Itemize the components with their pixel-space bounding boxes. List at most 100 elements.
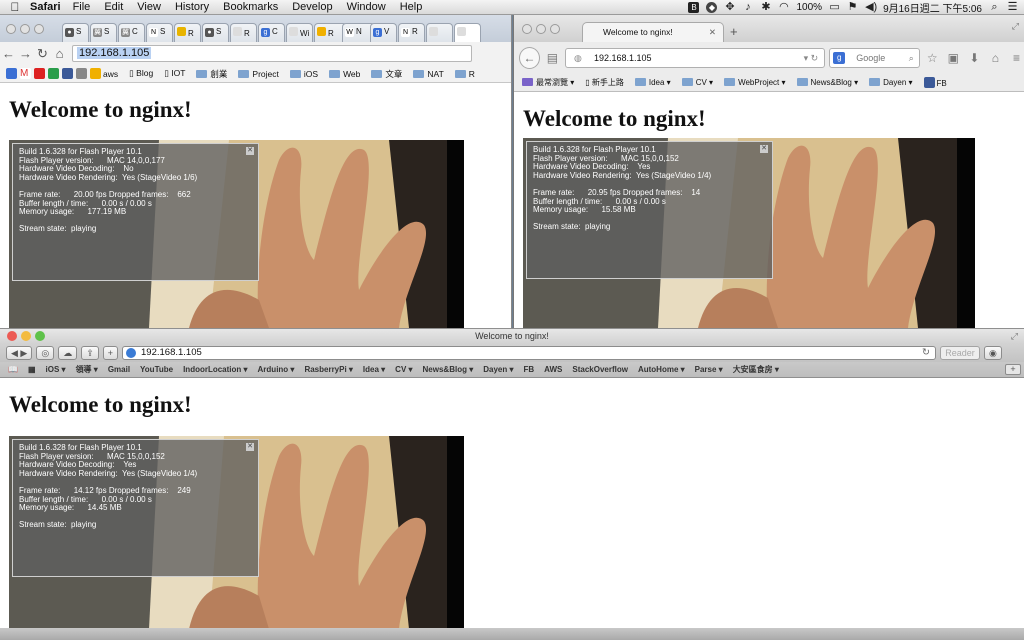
bookmark-item[interactable]: AWS: [544, 365, 562, 374]
close-window-button[interactable]: [522, 24, 532, 34]
google-bookmark-icon[interactable]: [6, 68, 17, 79]
chrome-address-bar[interactable]: 192.168.1.105: [72, 45, 472, 62]
zoom-window-button[interactable]: [550, 24, 560, 34]
chrome-tab[interactable]: 翼C: [118, 23, 145, 42]
site-bookmark-icon[interactable]: [76, 68, 87, 79]
menu-view[interactable]: View: [137, 1, 161, 13]
battery-icon[interactable]: ▭: [829, 2, 840, 13]
share-icon[interactable]: ⇪: [81, 346, 99, 360]
menu-window[interactable]: Window: [347, 1, 386, 13]
bookmark-aws[interactable]: aws: [90, 68, 118, 79]
reload-icon[interactable]: ▾ ↻: [804, 49, 819, 67]
chrome-tab[interactable]: gV: [370, 23, 397, 42]
bookmark-item[interactable]: Idea ▾: [363, 365, 385, 374]
chrome-tab[interactable]: 翼S: [90, 23, 117, 42]
search-icon[interactable]: ⌕: [909, 49, 914, 67]
bookmark-folder[interactable]: NAT: [413, 69, 444, 79]
close-icon[interactable]: ✕: [760, 145, 768, 153]
chrome-tab[interactable]: R: [174, 23, 201, 42]
bookmark-item[interactable]: Parse ▾: [695, 365, 723, 374]
bookmark-folder[interactable]: 文章: [371, 68, 402, 80]
volume-icon[interactable]: ◀): [865, 2, 877, 13]
history-icon[interactable]: ◎: [36, 346, 55, 360]
flash-video-player[interactable]: ✕ Build 1.6.328 for Flash Player 10.1 Fl…: [9, 436, 464, 628]
reload-button[interactable]: ↻: [34, 46, 51, 62]
bookmarks-menu-icon[interactable]: ▣: [945, 51, 962, 65]
shield-icon[interactable]: ◆: [706, 2, 718, 13]
chrome-tab[interactable]: [426, 23, 453, 42]
fullscreen-icon[interactable]: ⤢: [1012, 21, 1019, 32]
flash-video-player[interactable]: ✕ Build 1.6.328 for Flash Player 10.1 Fl…: [9, 140, 464, 328]
menu-file[interactable]: File: [73, 1, 91, 13]
reload-icon[interactable]: ↻: [922, 347, 930, 359]
bookmark-item[interactable]: 領導 ▾: [76, 364, 98, 375]
drive-bookmark-icon[interactable]: [48, 68, 59, 79]
zoom-window-button[interactable]: [34, 24, 44, 34]
spotlight-icon[interactable]: ⌕: [989, 2, 1000, 13]
back-button[interactable]: ←: [0, 46, 17, 61]
flag-icon[interactable]: ⚑: [847, 2, 858, 13]
zoom-window-button[interactable]: [35, 331, 45, 341]
bookmark-folder[interactable]: R: [454, 69, 475, 79]
back-forward-button[interactable]: ◀ ▶: [6, 346, 33, 360]
close-icon[interactable]: ✕: [246, 443, 254, 451]
bookmark-getting-started[interactable]: ▯ 新手上路: [585, 77, 624, 88]
bookmark-item[interactable]: 大安區食房 ▾: [733, 364, 779, 375]
bookmark-item[interactable]: CV ▾: [395, 365, 412, 374]
bookmark-folder[interactable]: Project: [238, 69, 279, 79]
bookmark-folder[interactable]: Dayen ▾: [869, 78, 913, 87]
icloud-tabs-icon[interactable]: ☁: [58, 346, 78, 360]
bookmark-item[interactable]: IndoorLocation ▾: [183, 365, 247, 374]
bookmark-item[interactable]: Dayen ▾: [483, 365, 513, 374]
bookmark-blog[interactable]: ▯ Blog: [129, 68, 153, 79]
reading-list-icon[interactable]: 📖: [8, 365, 18, 374]
history-icon[interactable]: ▤: [544, 51, 561, 65]
bookmark-folder[interactable]: CV ▾: [681, 78, 713, 87]
close-tab-icon[interactable]: ✕: [709, 23, 716, 41]
bookmark-folder[interactable]: WebProject ▾: [724, 78, 786, 87]
chrome-tab[interactable]: ● S: [202, 23, 229, 42]
fullscreen-icon[interactable]: ⤢: [1011, 329, 1018, 344]
flash-video-player[interactable]: ✕ Build 1.6.328 for Flash Player 10.1 Fl…: [523, 138, 975, 328]
add-bookmark-button[interactable]: +: [102, 346, 119, 360]
bluetooth-icon[interactable]: ✱: [760, 2, 771, 13]
bookmark-item[interactable]: Arduino ▾: [258, 365, 295, 374]
clock[interactable]: 9月16日週二 下午5:06: [883, 0, 982, 14]
chrome-tab-active[interactable]: [454, 23, 481, 42]
crosshair-icon[interactable]: ✥: [724, 2, 735, 13]
minimize-window-button[interactable]: [21, 331, 31, 341]
menu-edit[interactable]: Edit: [104, 1, 123, 13]
chrome-tab[interactable]: NR: [398, 23, 425, 42]
safari-address-bar[interactable]: 192.168.1.105 ↻: [122, 346, 937, 360]
notification-center-icon[interactable]: ☰: [1007, 2, 1018, 13]
bookmark-item[interactable]: iOS ▾: [46, 365, 66, 374]
facebook-bookmark-icon[interactable]: [62, 68, 73, 79]
forward-button[interactable]: →: [17, 46, 34, 61]
menu-develop[interactable]: Develop: [292, 1, 332, 13]
home-icon[interactable]: ⌂: [51, 46, 68, 61]
bookmark-star-icon[interactable]: ☆: [924, 51, 941, 65]
wifi-icon[interactable]: ◠: [778, 2, 789, 13]
bookmark-item[interactable]: YouTube: [140, 365, 173, 374]
home-icon[interactable]: ⌂: [987, 51, 1004, 65]
menu-bookmarks[interactable]: Bookmarks: [223, 1, 278, 13]
bookmark-folder[interactable]: iOS: [289, 69, 318, 79]
menu-history[interactable]: History: [175, 1, 209, 13]
menu-help[interactable]: Help: [400, 1, 423, 13]
bookmark-item[interactable]: AutoHome ▾: [638, 365, 685, 374]
bookmark-item[interactable]: Gmail: [108, 365, 130, 374]
close-window-button[interactable]: [6, 24, 16, 34]
app-menu[interactable]: Safari: [30, 1, 61, 13]
bookmark-item[interactable]: StackOverflow: [572, 365, 628, 374]
close-icon[interactable]: ✕: [246, 147, 254, 155]
bookmark-item[interactable]: News&Blog ▾: [423, 365, 474, 374]
add-tab-button[interactable]: +: [1005, 364, 1021, 375]
bookmark-folder[interactable]: 創業: [196, 68, 227, 80]
chrome-tab[interactable]: R: [230, 23, 257, 42]
bookmark-facebook[interactable]: FB: [923, 77, 947, 88]
minimize-window-button[interactable]: [536, 24, 546, 34]
menu-icon[interactable]: ≡: [1008, 51, 1024, 65]
bookmark-folder[interactable]: Web: [329, 69, 360, 79]
chrome-tab[interactable]: NS: [146, 23, 173, 42]
bookmark-folder[interactable]: Idea ▾: [634, 78, 671, 87]
